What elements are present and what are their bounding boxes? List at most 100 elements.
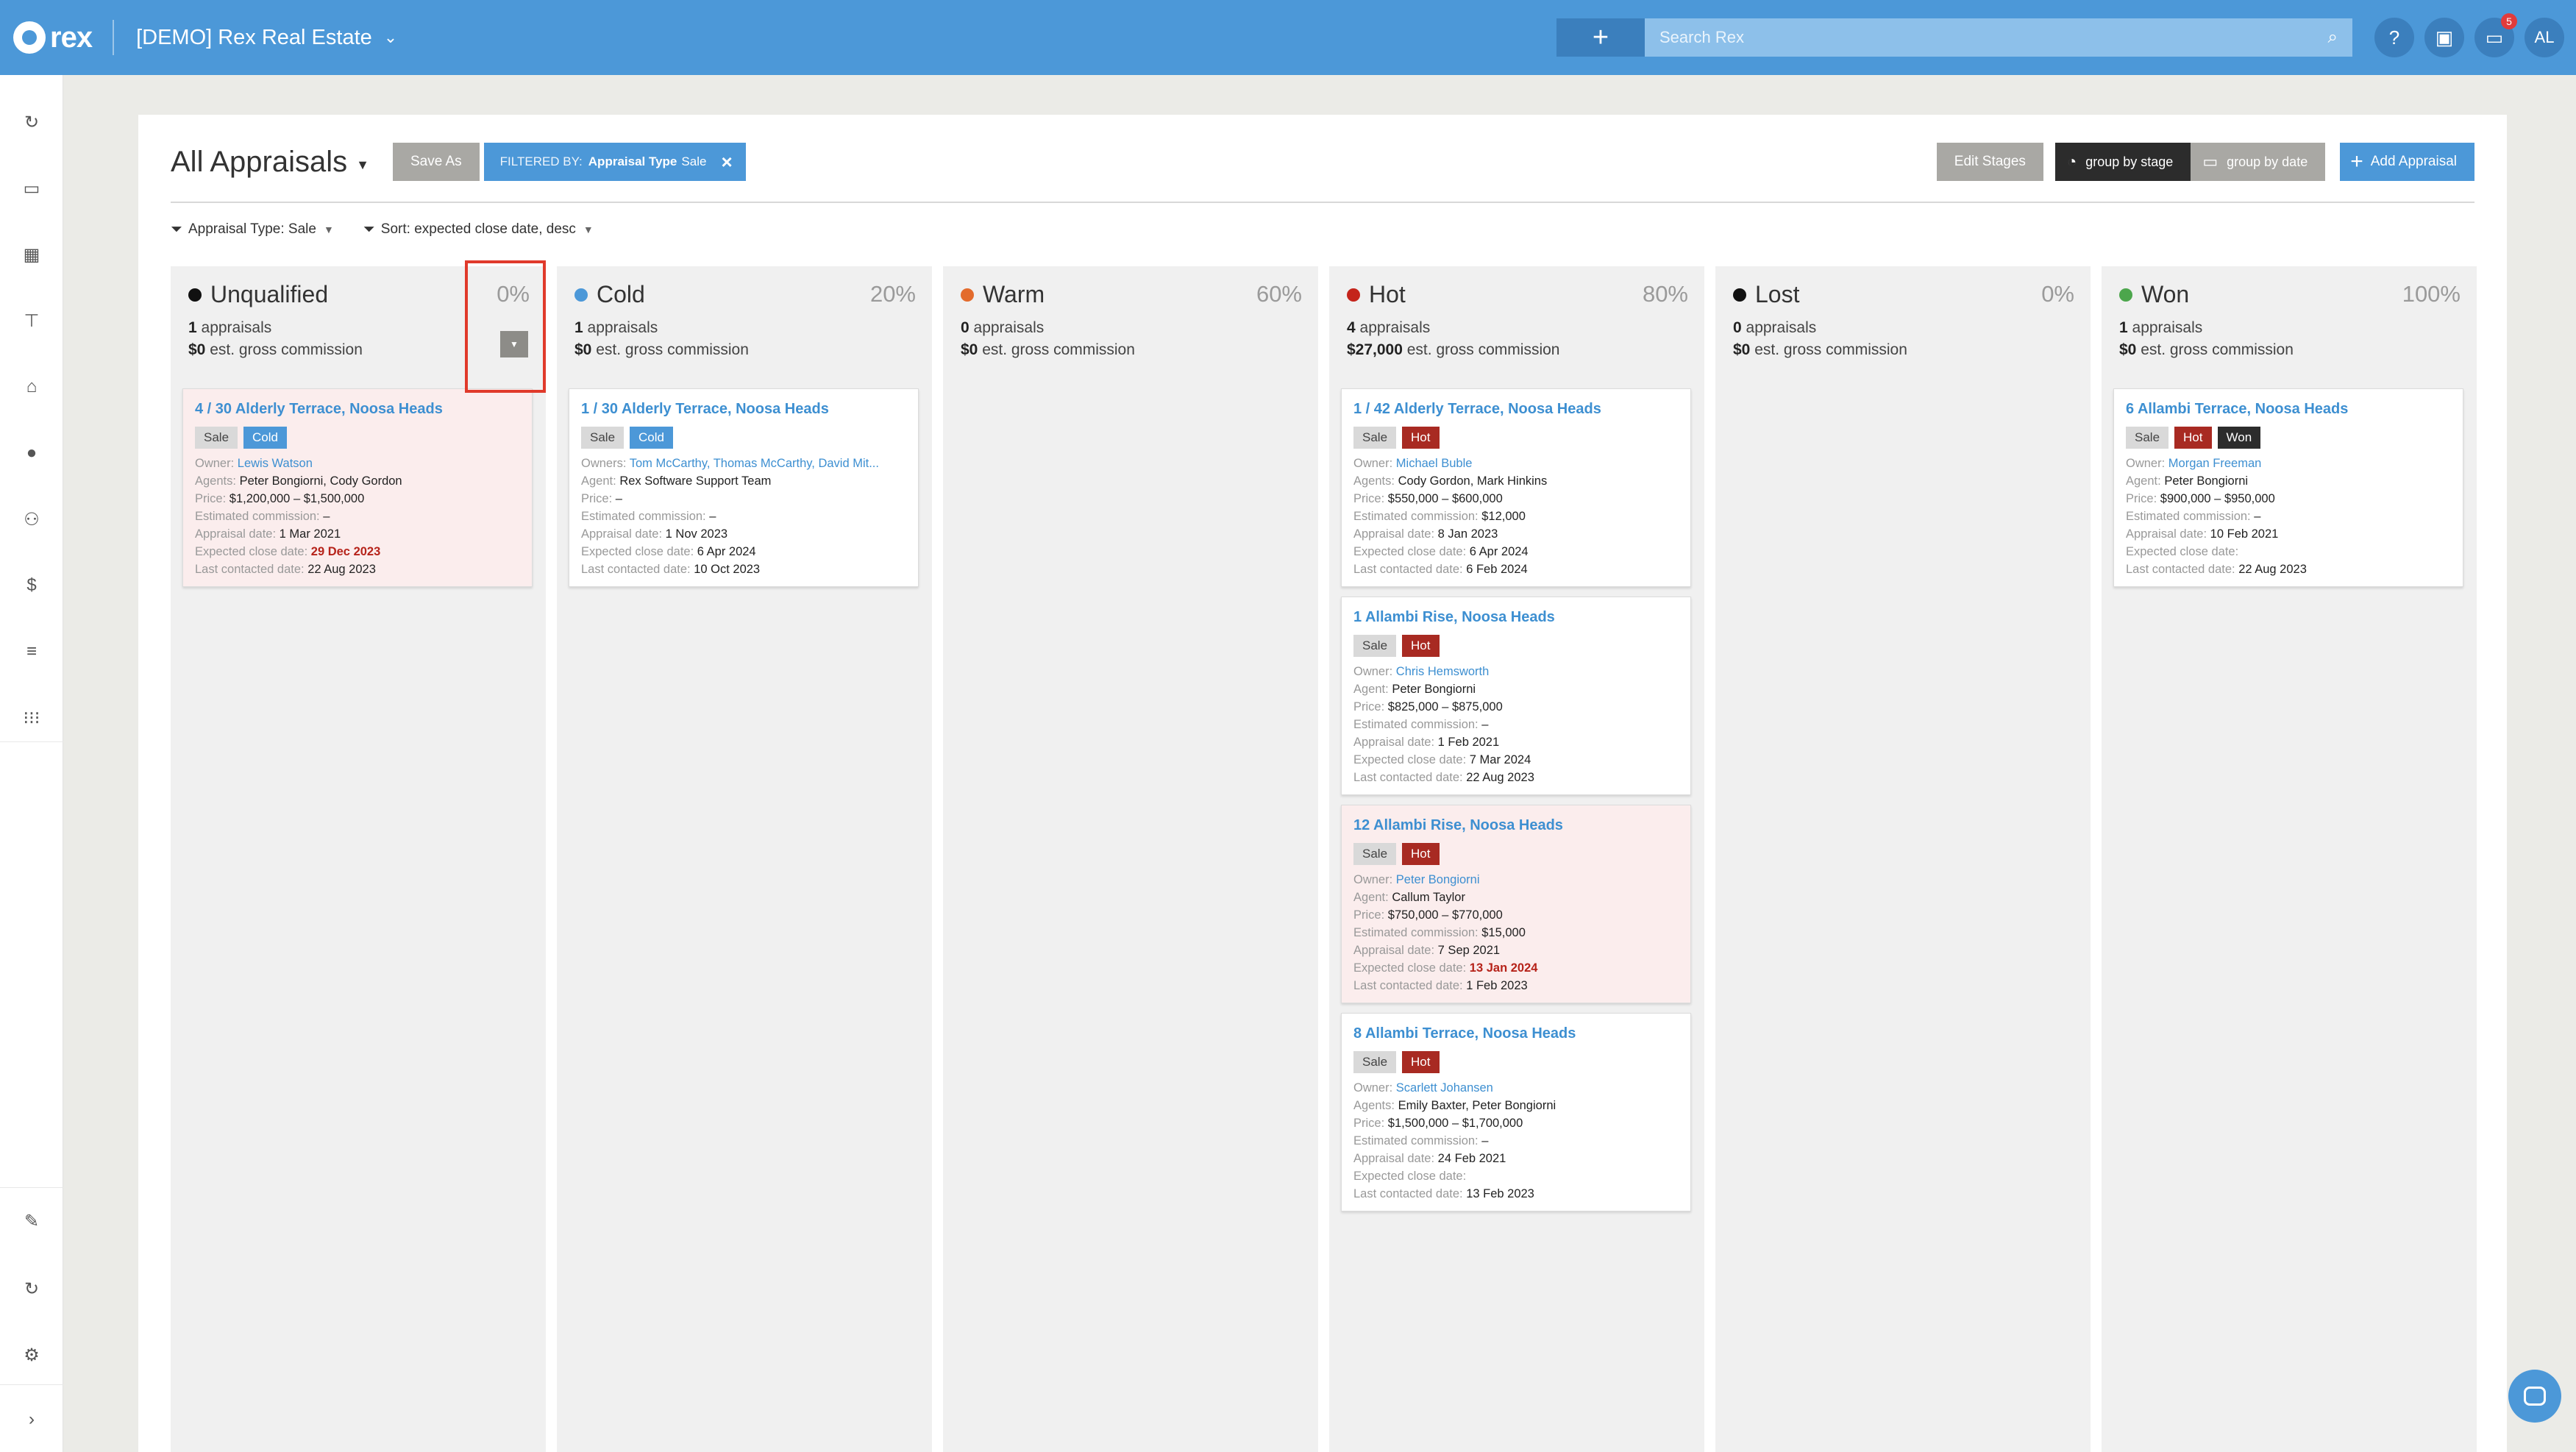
inbox-button[interactable]: ▭ 5 bbox=[2474, 13, 2517, 57]
gift-button[interactable]: ▣ bbox=[2424, 18, 2464, 57]
card-owner-row: Owner: Lewis Watson bbox=[195, 455, 520, 472]
refresh-icon[interactable]: ↻ bbox=[0, 107, 63, 137]
sync-icon[interactable]: ↻ bbox=[0, 1274, 63, 1303]
stage-name: Hot bbox=[1369, 281, 1406, 307]
field-value[interactable]: Scarlett Johansen bbox=[1396, 1081, 1493, 1095]
card-owner-row: Owner: Peter Bongiorni bbox=[1353, 871, 1679, 889]
stage-count-value: 1 bbox=[2119, 319, 2128, 336]
account-switcher[interactable]: [DEMO] Rex Real Estate ⌄ bbox=[136, 26, 397, 50]
field-value[interactable]: Tom McCarthy, Thomas McCarthy, David Mit… bbox=[630, 457, 879, 470]
field-label: Price: bbox=[1353, 908, 1385, 922]
apps-icon[interactable]: ⁝⁝⁝ bbox=[0, 703, 63, 733]
field-value[interactable]: Michael Buble bbox=[1396, 457, 1473, 470]
listings-icon[interactable]: ⊤ bbox=[0, 306, 63, 335]
quick-add-button[interactable]: + bbox=[1556, 18, 1645, 57]
card-title-link[interactable]: 8 Allambi Terrace, Noosa Heads bbox=[1353, 1025, 1679, 1042]
stage-title[interactable]: Hot bbox=[1347, 281, 1406, 308]
help-button[interactable]: ? bbox=[2374, 18, 2414, 57]
reports-icon[interactable]: ▦ bbox=[0, 240, 63, 269]
card-owner-row: Owner: Scarlett Johansen bbox=[1353, 1079, 1679, 1097]
card-appraisal-date-row: Appraisal date: 10 Feb 2021 bbox=[2126, 525, 2451, 543]
search-icon[interactable]: ⌕ bbox=[2328, 27, 2338, 48]
search-bar[interactable]: ⌕ bbox=[1645, 18, 2352, 57]
field-value: $1,500,000 – $1,700,000 bbox=[1387, 1117, 1523, 1130]
field-label: Owner: bbox=[1353, 457, 1393, 470]
expand-icon[interactable]: › bbox=[0, 1405, 63, 1434]
contacts-icon[interactable]: ● bbox=[0, 438, 63, 468]
chat-icon bbox=[2524, 1387, 2546, 1406]
stage-count: 1 appraisals bbox=[574, 319, 658, 337]
appraisal-card[interactable]: 12 Allambi Rise, Noosa Heads Sale Hot Owner… bbox=[1341, 805, 1691, 1003]
card-title-link[interactable]: 6 Allambi Terrace, Noosa Heads bbox=[2126, 401, 2451, 418]
stage-title[interactable]: Won bbox=[2119, 281, 2189, 308]
appraisal-card[interactable]: 1 Allambi Rise, Noosa Heads Sale Hot Owner:… bbox=[1341, 597, 1691, 795]
field-value: Callum Taylor bbox=[1392, 891, 1465, 904]
stage-commission: $27,000 est. gross commission bbox=[1347, 341, 1559, 359]
card-close-date-row: Expected close date: 6 Apr 2024 bbox=[581, 543, 906, 560]
appraisal-card[interactable]: 4 / 30 Alderly Terrace, Noosa Heads Sale C… bbox=[182, 388, 533, 587]
field-label: Estimated commission: bbox=[1353, 718, 1479, 731]
close-icon[interactable]: × bbox=[721, 151, 732, 174]
stage-name: Cold bbox=[597, 281, 645, 307]
nav-divider bbox=[0, 741, 63, 742]
appraisal-card[interactable]: 6 Allambi Terrace, Noosa Heads Sale Hot Won… bbox=[2113, 388, 2463, 587]
field-value[interactable]: Peter Bongiorni bbox=[1396, 873, 1480, 886]
field-value[interactable]: Morgan Freeman bbox=[2168, 457, 2262, 470]
agents-icon[interactable]: ⚇ bbox=[0, 505, 63, 534]
search-input[interactable] bbox=[1659, 28, 2248, 47]
add-appraisal-button[interactable]: + Add Appraisal bbox=[2340, 143, 2474, 181]
lists-icon[interactable]: ≡ bbox=[0, 637, 63, 666]
stage-commission: $0 est. gross commission bbox=[961, 341, 1135, 359]
properties-icon[interactable]: ⌂ bbox=[0, 372, 63, 402]
appraisal-card[interactable]: 1 / 42 Alderly Terrace, Noosa Heads Sale H… bbox=[1341, 388, 1691, 587]
group-by-stage-button[interactable]: ◔ group by stage bbox=[2054, 143, 2191, 181]
card-title-link[interactable]: 1 / 42 Alderly Terrace, Noosa Heads bbox=[1353, 401, 1679, 418]
calendar-icon: ▭ bbox=[2202, 152, 2219, 171]
user-avatar[interactable]: AL bbox=[2525, 18, 2564, 57]
notes-icon[interactable]: ✎ bbox=[0, 1206, 63, 1236]
field-label: Estimated commission: bbox=[195, 510, 320, 523]
field-label: Last contacted date: bbox=[1353, 771, 1463, 784]
chat-button[interactable] bbox=[2508, 1370, 2561, 1423]
card-agent-row: Agents: Peter Bongiorni, Cody Gordon bbox=[195, 472, 520, 490]
field-value: 8 Jan 2023 bbox=[1437, 527, 1498, 541]
card-title-link[interactable]: 12 Allambi Rise, Noosa Heads bbox=[1353, 817, 1679, 834]
stage-commission: $0 est. gross commission bbox=[2119, 341, 2294, 359]
card-title-link[interactable]: 1 / 30 Alderly Terrace, Noosa Heads bbox=[581, 401, 906, 418]
field-value: – bbox=[2254, 510, 2261, 523]
group-by-date-button[interactable]: ▭ group by date bbox=[2191, 143, 2326, 181]
card-close-date-row: Expected close date: bbox=[2126, 543, 2451, 560]
card-owner-row: Owner: Chris Hemsworth bbox=[1353, 663, 1679, 680]
card-title-link[interactable]: 1 Allambi Rise, Noosa Heads bbox=[1353, 609, 1679, 626]
sort-filter[interactable]: ⏷ Sort: expected close date, desc ▼ bbox=[363, 221, 594, 238]
card-title-link[interactable]: 4 / 30 Alderly Terrace, Noosa Heads bbox=[195, 401, 520, 418]
appraisal-type-filter[interactable]: ⏷ Appraisal Type: Sale ▼ bbox=[171, 221, 334, 238]
stage-commission-suffix: est. gross commission bbox=[1750, 341, 1907, 358]
stage-title[interactable]: Lost bbox=[1733, 281, 1799, 308]
stage-commission-value: $0 bbox=[2119, 341, 2137, 358]
field-label: Appraisal date: bbox=[2126, 527, 2207, 541]
calendar-icon[interactable]: ▭ bbox=[0, 174, 63, 203]
save-as-button[interactable]: Save As bbox=[392, 143, 480, 181]
filter-chip[interactable]: FILTERED BY: Appraisal Type Sale × bbox=[483, 143, 746, 181]
appraisal-card[interactable]: 1 / 30 Alderly Terrace, Noosa Heads Sale C… bbox=[569, 388, 919, 587]
stage-title[interactable]: Warm bbox=[961, 281, 1045, 308]
appraisal-card[interactable]: 8 Allambi Terrace, Noosa Heads Sale Hot Own… bbox=[1341, 1013, 1691, 1211]
caret-down-icon: ▼ bbox=[356, 157, 369, 172]
filters-row: ⏷ Appraisal Type: Sale ▼ ⏷ Sort: expecte… bbox=[171, 218, 623, 241]
card-close-date-row: Expected close date: 6 Apr 2024 bbox=[1353, 543, 1679, 560]
field-value[interactable]: Lewis Watson bbox=[238, 457, 313, 470]
page-title[interactable]: All Appraisals ▼ bbox=[171, 146, 369, 179]
edit-stages-button[interactable]: Edit Stages bbox=[1936, 143, 2043, 181]
stage-title[interactable]: Unqualified bbox=[188, 281, 328, 308]
account-name: [DEMO] Rex Real Estate bbox=[136, 25, 372, 49]
stage-title[interactable]: Cold bbox=[574, 281, 645, 308]
tag-sale: Sale bbox=[1353, 427, 1397, 449]
field-value[interactable]: Chris Hemsworth bbox=[1396, 665, 1490, 678]
settings-icon[interactable]: ⚙ bbox=[0, 1340, 63, 1370]
field-value: 7 Sep 2021 bbox=[1437, 944, 1501, 957]
finance-icon[interactable]: $ bbox=[0, 571, 63, 600]
stage-name: Lost bbox=[1755, 281, 1800, 307]
card-commission-row: Estimated commission: – bbox=[581, 508, 906, 525]
rex-logo[interactable]: rex bbox=[13, 0, 93, 75]
